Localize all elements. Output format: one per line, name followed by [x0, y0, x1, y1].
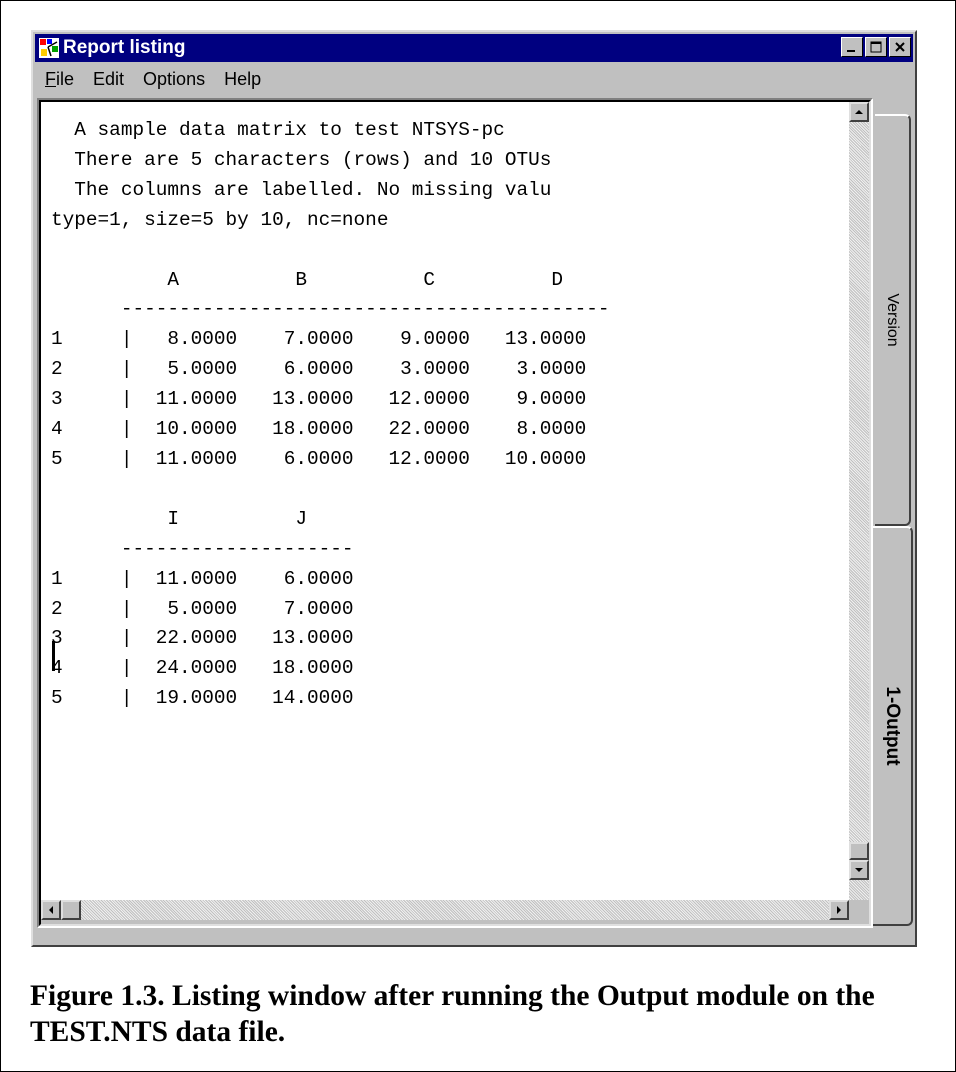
- window-title: Report listing: [63, 37, 186, 58]
- arrow-down-icon: [855, 868, 863, 872]
- tab-1-output[interactable]: 1-Output: [873, 526, 913, 926]
- maximize-button[interactable]: [865, 37, 887, 57]
- arrow-right-icon: [837, 906, 841, 914]
- scroll-left-button[interactable]: [41, 900, 61, 920]
- maximize-icon: [870, 41, 882, 53]
- listing-panel: A sample data matrix to test NTSYS-pc Th…: [37, 98, 873, 928]
- close-icon: [895, 42, 905, 52]
- report-listing-window: Report listing File Edit Options Help A …: [31, 30, 917, 947]
- listing-text: A sample data matrix to test NTSYS-pc Th…: [51, 119, 610, 710]
- menu-file[interactable]: File: [35, 69, 83, 90]
- scroll-right-button[interactable]: [829, 900, 849, 920]
- title-bar[interactable]: Report listing: [35, 34, 913, 62]
- horizontal-scroll-thumb[interactable]: [61, 900, 81, 920]
- scroll-down-button[interactable]: [849, 860, 869, 880]
- tab-version[interactable]: Version: [875, 114, 911, 526]
- scroll-up-button[interactable]: [849, 102, 869, 122]
- vertical-scroll-thumb[interactable]: [849, 842, 869, 860]
- scrollbar-corner: [849, 900, 869, 920]
- menu-bar: File Edit Options Help: [35, 64, 913, 94]
- app-icon: [39, 38, 59, 58]
- title-buttons: [841, 37, 911, 57]
- vertical-scrollbar[interactable]: [849, 102, 869, 900]
- text-caret: [52, 641, 55, 671]
- menu-edit[interactable]: Edit: [83, 69, 133, 90]
- minimize-button[interactable]: [841, 37, 863, 57]
- minimize-icon: [847, 50, 855, 52]
- close-button[interactable]: [889, 37, 911, 57]
- arrow-up-icon: [855, 110, 863, 114]
- menu-help[interactable]: Help: [214, 69, 270, 90]
- listing-text-area[interactable]: A sample data matrix to test NTSYS-pc Th…: [41, 102, 849, 900]
- horizontal-scrollbar[interactable]: [41, 900, 849, 920]
- arrow-left-icon: [49, 906, 53, 914]
- tab-version-label: Version: [884, 293, 901, 347]
- listing-panel-inner: A sample data matrix to test NTSYS-pc Th…: [39, 100, 871, 926]
- menu-options[interactable]: Options: [133, 69, 214, 90]
- tab-1-output-label: 1-Output: [882, 686, 903, 766]
- figure-caption: Figure 1.3. Listing window after running…: [30, 980, 875, 1048]
